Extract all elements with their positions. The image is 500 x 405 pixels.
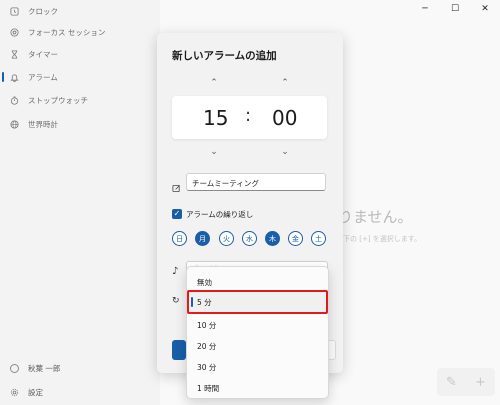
user-account[interactable]: 秋葉 一郎: [0, 358, 160, 378]
snooze-option[interactable]: 1 時間: [187, 378, 328, 398]
active-indicator: [2, 72, 4, 82]
gear-icon: [0, 388, 28, 397]
maximize-button[interactable]: ☐: [440, 0, 470, 18]
bell-icon: [0, 73, 28, 82]
add-alarm-button[interactable]: +: [475, 375, 486, 390]
cancel-button[interactable]: [328, 340, 336, 360]
avatar: [0, 363, 28, 373]
edit-icon[interactable]: ✎: [446, 375, 457, 390]
edit-name-icon: [172, 178, 181, 193]
sidebar-item-label: 世界時計: [28, 119, 58, 129]
minute-down-icon[interactable]: ⌄: [279, 147, 291, 157]
clock-icon: [0, 6, 28, 16]
day-toggle-thu[interactable]: 木: [265, 231, 280, 246]
snooze-option[interactable]: 30 分: [187, 357, 328, 377]
day-toggle-tue[interactable]: 火: [219, 231, 234, 246]
empty-hint: 下の [+] を選択します。: [343, 235, 422, 243]
settings-label: 設定: [28, 387, 43, 397]
user-name: 秋葉 一郎: [28, 363, 61, 373]
sidebar-item-label: アラーム: [28, 72, 58, 82]
selection-highlight-box: [187, 290, 328, 314]
minute-up-icon[interactable]: ⌃: [279, 78, 291, 88]
day-toggle-sun[interactable]: 日: [172, 231, 187, 246]
day-toggle-sat[interactable]: 土: [311, 231, 326, 246]
sidebar-item-settings[interactable]: 設定: [0, 382, 160, 402]
minute-value[interactable]: 00: [272, 106, 297, 130]
snooze-option[interactable]: 無効: [187, 272, 328, 292]
sidebar: クロック フォーカス セッション タイマー アラーム ストップウォッチ 世界時計…: [0, 0, 160, 405]
music-note-icon: ♪: [172, 266, 179, 277]
sidebar-item-label: クロック: [28, 6, 58, 16]
day-toggle-wed[interactable]: 水: [242, 231, 257, 246]
hour-down-icon[interactable]: ⌄: [208, 147, 220, 157]
day-toggle-fri[interactable]: 金: [288, 231, 303, 246]
minimize-button[interactable]: ─: [410, 0, 440, 18]
snooze-option[interactable]: 20 分: [187, 336, 328, 356]
snooze-icon: ↻: [172, 296, 180, 306]
repeat-checkbox[interactable]: ✓: [172, 209, 182, 219]
sidebar-item-label: ストップウォッチ: [28, 95, 88, 105]
hour-value[interactable]: 15: [203, 106, 228, 130]
hour-up-icon[interactable]: ⌃: [208, 78, 220, 88]
sidebar-item-world-clock[interactable]: 世界時計: [0, 113, 160, 135]
day-toggle-mon[interactable]: 月: [195, 231, 210, 246]
stopwatch-icon: [0, 95, 28, 105]
sidebar-item-clock[interactable]: クロック: [0, 0, 160, 22]
save-button[interactable]: [172, 340, 186, 360]
sidebar-item-label: タイマー: [28, 49, 58, 59]
alarm-actions: ✎ +: [437, 368, 495, 396]
snooze-option[interactable]: 10 分: [187, 315, 328, 335]
window-controls: ─ ☐ ✕: [410, 0, 500, 18]
alarm-name-input[interactable]: チームミーティング: [186, 173, 326, 191]
repeat-label: アラームの繰り返し: [186, 210, 254, 219]
empty-message: りません。: [338, 208, 413, 226]
snooze-dropdown: 無効 5 分 10 分 20 分 30 分 1 時間: [186, 266, 329, 399]
hourglass-icon: [0, 49, 28, 59]
close-button[interactable]: ✕: [470, 0, 500, 18]
sidebar-item-focus[interactable]: フォーカス セッション: [0, 21, 160, 43]
dialog-title: 新しいアラームの追加: [172, 50, 277, 62]
time-colon: :: [245, 105, 252, 126]
sidebar-item-timer[interactable]: タイマー: [0, 43, 160, 65]
sidebar-item-alarm[interactable]: アラーム: [0, 66, 160, 88]
time-picker[interactable]: 15 : 00: [172, 96, 327, 139]
sidebar-item-stopwatch[interactable]: ストップウォッチ: [0, 89, 160, 111]
sidebar-item-label: フォーカス セッション: [28, 27, 106, 37]
globe-icon: [0, 119, 28, 129]
focus-icon: [0, 27, 28, 37]
